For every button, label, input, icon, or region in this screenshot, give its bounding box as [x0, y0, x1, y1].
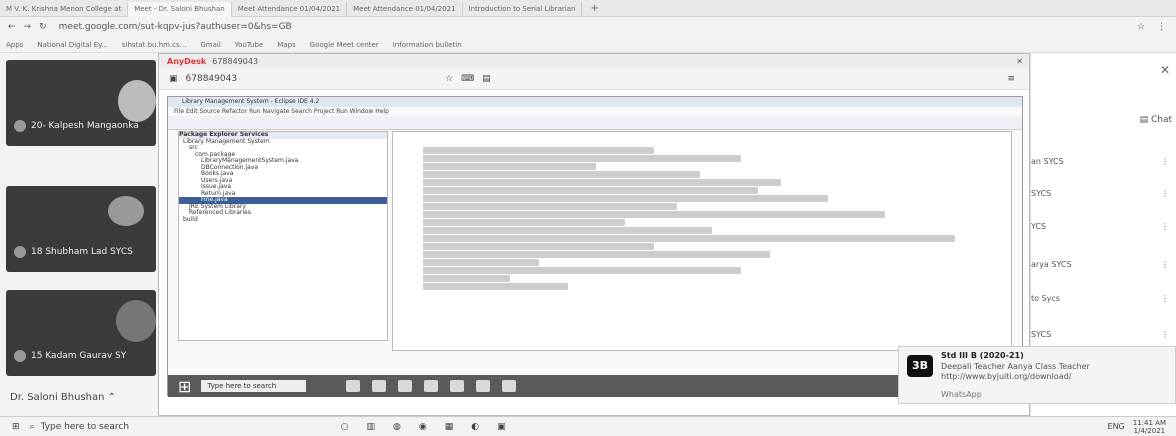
eclipse-menubar[interactable]: File Edit Source Refactor Run Navigate S… — [168, 107, 1022, 116]
tab-label: Meet - Dr. Saloni Bhushan — [134, 5, 225, 13]
participant-row[interactable]: arya SYCS ⋮ — [1031, 249, 1176, 279]
bookmark[interactable]: Maps — [277, 41, 295, 49]
tab-label: Introduction to Serial Librarian — [468, 5, 576, 13]
back-icon[interactable]: ← — [8, 22, 16, 32]
participant-row[interactable]: to Sycs ⋮ — [1031, 283, 1176, 313]
remote-screen[interactable]: Library Management System - Eclipse IDE … — [167, 96, 1023, 397]
mic-icon — [14, 246, 26, 258]
remote-search[interactable]: Type here to search — [201, 380, 307, 392]
browser-tab[interactable]: M V. K. Krishna Menon College at — [0, 1, 129, 17]
browser-tab[interactable]: Meet Attendance 01/04/2021 — [232, 1, 348, 17]
remote-taskbar: ⊞ Type here to search — [168, 375, 1022, 397]
tray-lang[interactable]: ENG — [1108, 422, 1125, 431]
windows-icon[interactable]: ⊞ — [12, 422, 20, 432]
anydesk-titlebar: AnyDesk 678849043 ✕ — [159, 54, 1029, 68]
notification-line: Deepali Teacher Aanya Class Teacher — [941, 362, 1090, 371]
notification-title: Std III B (2020-21) — [941, 351, 1024, 360]
app-icon[interactable] — [398, 380, 413, 392]
chat-icon: ▤ — [1139, 115, 1149, 125]
app-icon[interactable] — [372, 380, 387, 392]
menu-icon[interactable]: ⋮ — [1157, 22, 1166, 32]
participant-row[interactable]: SYCS ⋮ — [1031, 319, 1176, 349]
anydesk-toolbar: ▣ 678849043 ☆ ⌨ ▤ ≡ — [159, 68, 1029, 90]
package-explorer: Package Explorer Services Library Manage… — [178, 131, 388, 341]
keyboard-icon[interactable]: ⌨ — [461, 74, 474, 84]
chat-icon[interactable]: ▤ — [482, 74, 491, 84]
notification-app: WhatsApp — [941, 390, 982, 399]
participant-name: 20- Kalpesh Mangaonka — [14, 120, 139, 132]
avatar — [116, 300, 156, 342]
participant-name: 15 Kadam Gaurav SY — [14, 350, 126, 362]
tray-clock[interactable]: 11:41 AM 1/4/2021 — [1133, 419, 1166, 435]
participant-row[interactable]: SYCS ⋮ — [1031, 178, 1176, 208]
whatsapp-notification[interactable]: 3B Std III B (2020-21) Deepali Teacher A… — [898, 346, 1176, 404]
bookmark[interactable]: Gmail — [200, 41, 220, 49]
app-icon[interactable]: ▣ — [497, 422, 506, 432]
tab-label: Meet Attendance 01/04/2021 — [353, 5, 456, 13]
chevron-up-icon[interactable]: ⌃ — [108, 392, 116, 403]
app-icon[interactable]: ▦ — [445, 422, 454, 432]
avatar — [108, 196, 144, 226]
host-taskbar: ⊞ ⌕ Type here to search ○ ▥ ◍ ◉ ▦ ◐ ▣ EN… — [0, 416, 1176, 436]
participant-tile[interactable]: 15 Kadam Gaurav SY — [6, 290, 156, 376]
url-field[interactable]: meet.google.com/sut-kqpv-jus?authuser=0&… — [59, 22, 292, 32]
app-icon[interactable] — [450, 380, 465, 392]
close-icon[interactable]: ✕ — [1160, 63, 1170, 77]
tree-item[interactable]: build — [179, 216, 387, 224]
participant-tile[interactable]: 18 Shubham Lad SYCS — [6, 186, 156, 272]
task-view-icon[interactable]: ○ — [341, 422, 349, 432]
tab-label: M V. K. Krishna Menon College at — [6, 5, 122, 13]
star-icon[interactable]: ☆ — [1137, 22, 1145, 32]
eclipse-title: Library Management System - Eclipse IDE … — [168, 97, 1022, 107]
bookmark[interactable]: National Digital Ey... — [37, 41, 108, 49]
address-bar: ← → ↻ meet.google.com/sut-kqpv-jus?authu… — [0, 17, 1176, 37]
bookmark[interactable]: Google Meet center — [310, 41, 379, 49]
forward-icon[interactable]: → — [24, 22, 32, 32]
app-icon[interactable] — [424, 380, 439, 392]
app-icon[interactable]: ◉ — [419, 422, 427, 432]
notification-line: http://www.byjuiti.org/download/ — [941, 372, 1072, 381]
group-avatar: 3B — [907, 355, 933, 377]
mic-icon — [14, 350, 26, 362]
browser-tab[interactable]: Introduction to Serial Librarian — [463, 1, 583, 17]
app-icon[interactable] — [476, 380, 491, 392]
search-icon: ⌕ — [29, 421, 35, 432]
bookmark[interactable]: YouTube — [235, 41, 263, 49]
close-icon[interactable]: ✕ — [1016, 57, 1023, 66]
code-lines — [393, 132, 1011, 290]
browser-tab[interactable]: Meet Attendance 01/04/2021 — [347, 1, 463, 17]
app-icon[interactable] — [346, 380, 361, 392]
browser-tab-bar: M V. K. Krishna Menon College at Meet - … — [0, 0, 1176, 17]
tab-label: Meet Attendance 01/04/2021 — [237, 5, 341, 13]
settings-icon[interactable]: ≡ — [1007, 74, 1015, 84]
remote-id: 678849043 — [185, 73, 238, 84]
participant-row[interactable]: YCS ⋮ — [1031, 211, 1176, 241]
code-editor[interactable] — [392, 131, 1012, 351]
participant-row[interactable]: an SYCS ⋮ — [1031, 146, 1176, 176]
app-icon[interactable]: ◍ — [393, 422, 401, 432]
bookmark[interactable]: Apps — [6, 41, 23, 49]
bookmarks-bar: Apps National Digital Ey... sihstat.bu.h… — [0, 37, 1176, 53]
anydesk-logo: AnyDesk — [167, 56, 207, 66]
windows-icon[interactable]: ⊞ — [178, 377, 191, 396]
participant-name: 18 Shubham Lad SYCS — [14, 246, 133, 258]
app-icon[interactable] — [502, 380, 517, 392]
bookmark[interactable]: Information bulletin — [393, 41, 462, 49]
browser-tab[interactable]: Meet - Dr. Saloni Bhushan — [128, 1, 232, 17]
chat-tab[interactable]: ▤ Chat — [1140, 115, 1172, 125]
participant-tile[interactable]: 20- Kalpesh Mangaonka — [6, 60, 156, 146]
star-icon[interactable]: ☆ — [445, 74, 453, 84]
monitor-icon[interactable]: ▣ — [169, 74, 178, 84]
app-icon[interactable]: ▥ — [366, 422, 375, 432]
avatar — [118, 80, 156, 122]
taskbar-search[interactable]: Type here to search — [41, 422, 261, 432]
mic-icon — [14, 120, 26, 132]
bookmark[interactable]: sihstat.bu.hm.cs... — [122, 41, 186, 49]
eclipse-toolbar — [168, 116, 1022, 130]
new-tab-button[interactable]: + — [590, 3, 598, 14]
anydesk-address-tab[interactable]: 678849043 — [212, 57, 258, 66]
reload-icon[interactable]: ↻ — [39, 22, 47, 32]
presenter-name: Dr. Saloni Bhushan ⌃ — [10, 392, 117, 403]
app-icon[interactable]: ◐ — [471, 422, 479, 432]
